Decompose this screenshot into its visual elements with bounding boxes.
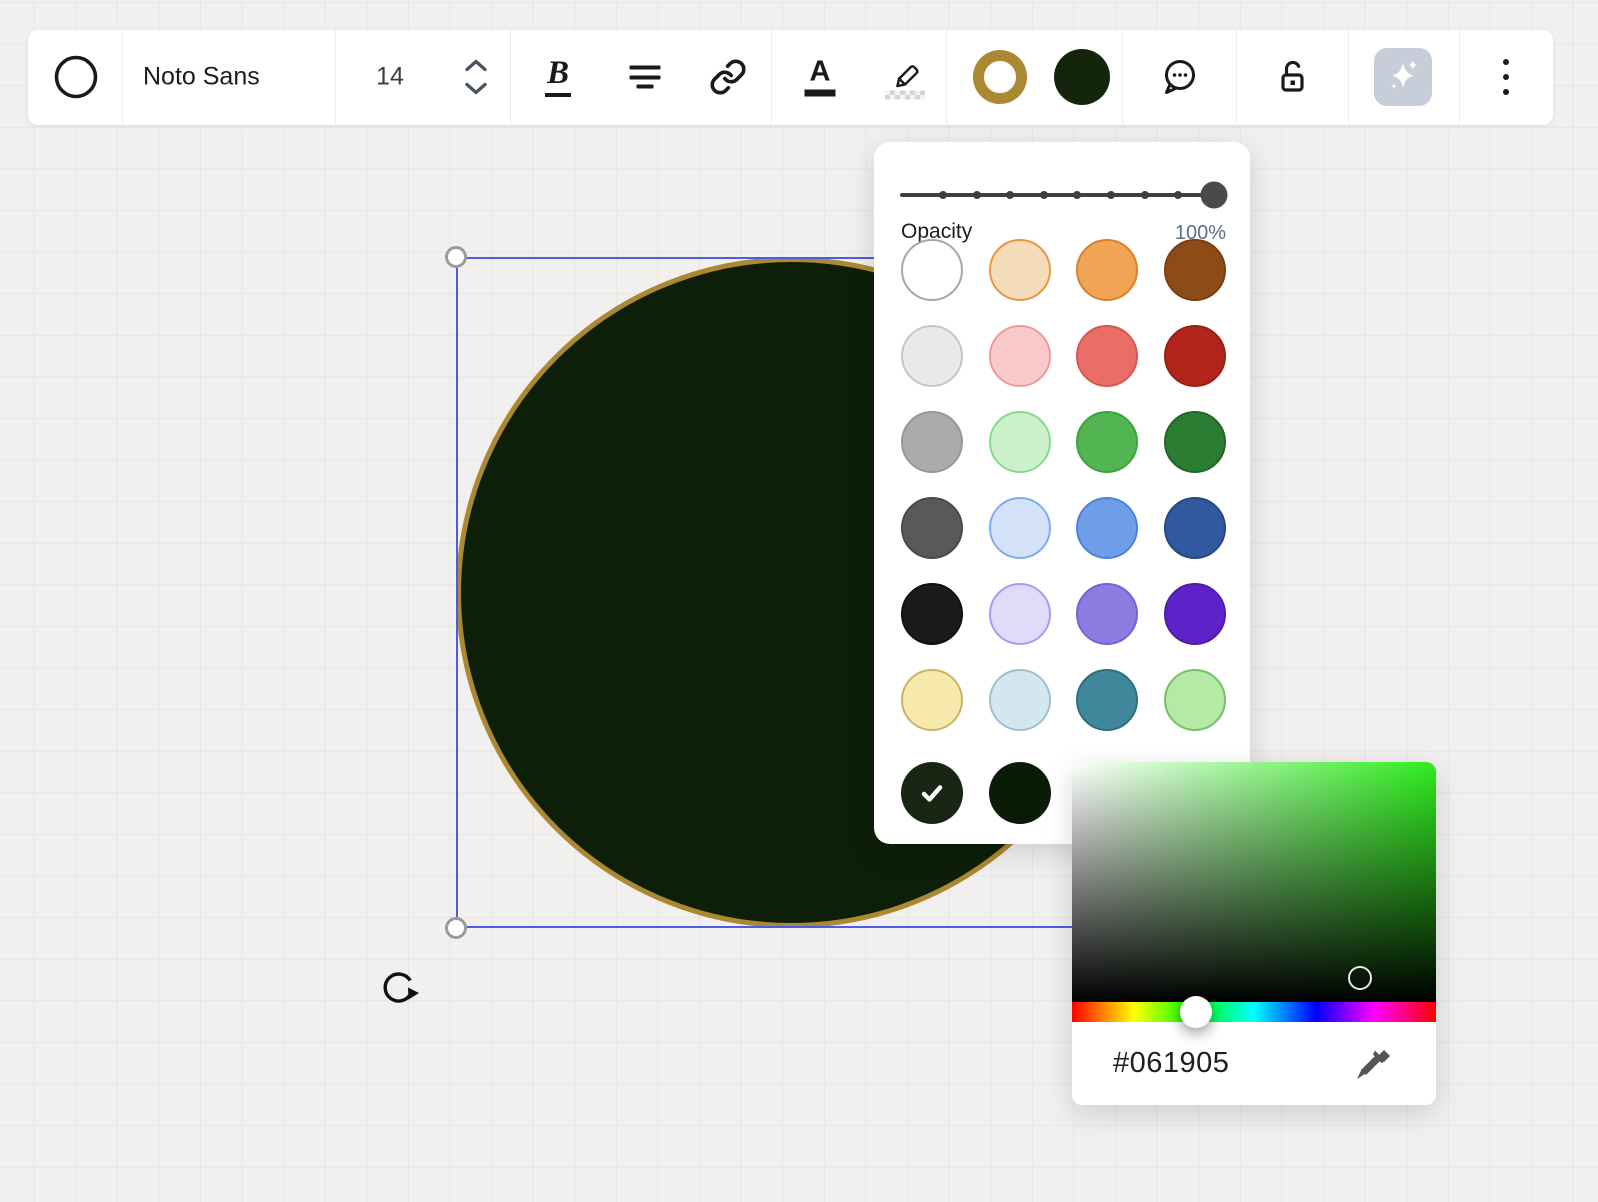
unlocked-padlock-icon xyxy=(1270,55,1314,99)
chevron-up-icon[interactable] xyxy=(464,59,488,73)
color-swatch[interactable] xyxy=(1164,583,1226,645)
eyedropper-icon xyxy=(1350,1042,1394,1086)
text-align-icon xyxy=(630,66,661,89)
opacity-step-dot[interactable] xyxy=(1141,191,1149,199)
resize-handle-bottom-left[interactable] xyxy=(445,917,467,939)
stroke-color-button[interactable] xyxy=(973,50,1027,104)
stroke-color-swatch xyxy=(973,50,1027,104)
divider xyxy=(771,30,772,125)
circle-icon xyxy=(53,54,99,100)
fill-color-swatch xyxy=(1054,49,1110,105)
divider xyxy=(946,30,947,125)
divider xyxy=(122,30,123,125)
opacity-step-dot[interactable] xyxy=(939,191,947,199)
color-swatch[interactable] xyxy=(989,669,1051,731)
format-toolbar: Noto Sans 14 B A xyxy=(28,30,1553,125)
text-color-button[interactable]: A xyxy=(805,58,836,97)
kebab-menu-icon xyxy=(1503,59,1509,95)
color-swatch[interactable] xyxy=(989,583,1051,645)
highlight-transparent-bar xyxy=(885,91,925,100)
hex-row: #061905 xyxy=(1072,1022,1436,1105)
opacity-step-dot[interactable] xyxy=(1107,191,1115,199)
font-size-input[interactable]: 14 xyxy=(376,63,404,92)
color-swatch[interactable] xyxy=(989,239,1051,301)
color-swatch[interactable] xyxy=(1076,411,1138,473)
rotate-icon xyxy=(375,964,421,1010)
speech-bubble-icon xyxy=(1157,55,1201,99)
color-swatch[interactable] xyxy=(1076,239,1138,301)
chevron-down-icon[interactable] xyxy=(464,82,488,96)
lock-button[interactable] xyxy=(1270,55,1314,99)
link-button[interactable] xyxy=(709,58,747,96)
color-swatch[interactable] xyxy=(989,411,1051,473)
opacity-slider-track[interactable] xyxy=(900,193,1214,197)
highlight-color-button[interactable] xyxy=(885,55,925,100)
fill-color-button[interactable] xyxy=(1054,49,1110,105)
bold-label: B xyxy=(547,57,569,90)
color-swatch[interactable] xyxy=(989,325,1051,387)
divider xyxy=(1348,30,1349,125)
divider xyxy=(1236,30,1237,125)
ai-assist-button[interactable] xyxy=(1374,48,1432,106)
opacity-step-dot[interactable] xyxy=(1006,191,1014,199)
text-align-button[interactable] xyxy=(630,66,661,89)
color-swatch[interactable] xyxy=(1164,669,1226,731)
opacity-step-dot[interactable] xyxy=(1040,191,1048,199)
text-color-bar xyxy=(805,90,836,97)
more-options-button[interactable] xyxy=(1503,59,1509,95)
color-swatch[interactable] xyxy=(901,239,963,301)
eyedropper-button[interactable] xyxy=(1350,1042,1394,1086)
divider xyxy=(1459,30,1460,125)
highlighter-icon xyxy=(887,55,923,89)
font-size-stepper[interactable] xyxy=(464,59,488,96)
color-picker-panel: Opacity 100% xyxy=(874,142,1250,844)
color-swatch[interactable] xyxy=(901,583,963,645)
color-swatch[interactable] xyxy=(1164,239,1226,301)
divider xyxy=(335,30,336,125)
color-swatch[interactable] xyxy=(1164,411,1226,473)
color-swatch[interactable] xyxy=(1076,325,1138,387)
opacity-step-dot[interactable] xyxy=(1073,191,1081,199)
color-swatch[interactable] xyxy=(901,497,963,559)
color-swatch[interactable] xyxy=(989,497,1051,559)
swatch-grid xyxy=(901,239,1226,731)
hue-slider[interactable] xyxy=(1072,1002,1436,1022)
sv-cursor[interactable] xyxy=(1348,966,1372,990)
bold-button[interactable]: B xyxy=(545,57,571,97)
sparkles-icon xyxy=(1381,55,1425,99)
rotate-handle[interactable] xyxy=(375,964,421,1010)
color-swatch[interactable] xyxy=(1076,583,1138,645)
opacity-slider-knob[interactable] xyxy=(1201,182,1228,209)
saturation-value-area[interactable] xyxy=(1072,762,1436,1002)
recent-swatch-row xyxy=(901,762,1051,824)
opacity-step-dot[interactable] xyxy=(973,191,981,199)
color-swatch[interactable] xyxy=(1076,669,1138,731)
comment-button[interactable] xyxy=(1157,55,1201,99)
recent-color-swatch[interactable] xyxy=(989,762,1051,824)
color-swatch[interactable] xyxy=(1076,497,1138,559)
shape-tool-button[interactable] xyxy=(53,54,99,100)
color-swatch[interactable] xyxy=(901,325,963,387)
ai-button-background xyxy=(1374,48,1432,106)
opacity-step-dot[interactable] xyxy=(1174,191,1182,199)
text-color-label: A xyxy=(810,58,831,87)
bold-underline xyxy=(545,93,571,97)
color-swatch[interactable] xyxy=(1164,497,1226,559)
selected-color-swatch[interactable] xyxy=(901,762,963,824)
divider xyxy=(510,30,511,125)
custom-color-popup: #061905 xyxy=(1072,762,1436,1105)
color-swatch[interactable] xyxy=(901,411,963,473)
hex-color-input[interactable]: #061905 xyxy=(1113,1047,1229,1080)
color-swatch[interactable] xyxy=(1164,325,1226,387)
divider xyxy=(1122,30,1123,125)
resize-handle-top-left[interactable] xyxy=(445,246,467,268)
link-icon xyxy=(709,58,747,96)
color-swatch[interactable] xyxy=(901,669,963,731)
font-family-selector[interactable]: Noto Sans xyxy=(143,63,260,92)
check-icon xyxy=(915,776,949,810)
